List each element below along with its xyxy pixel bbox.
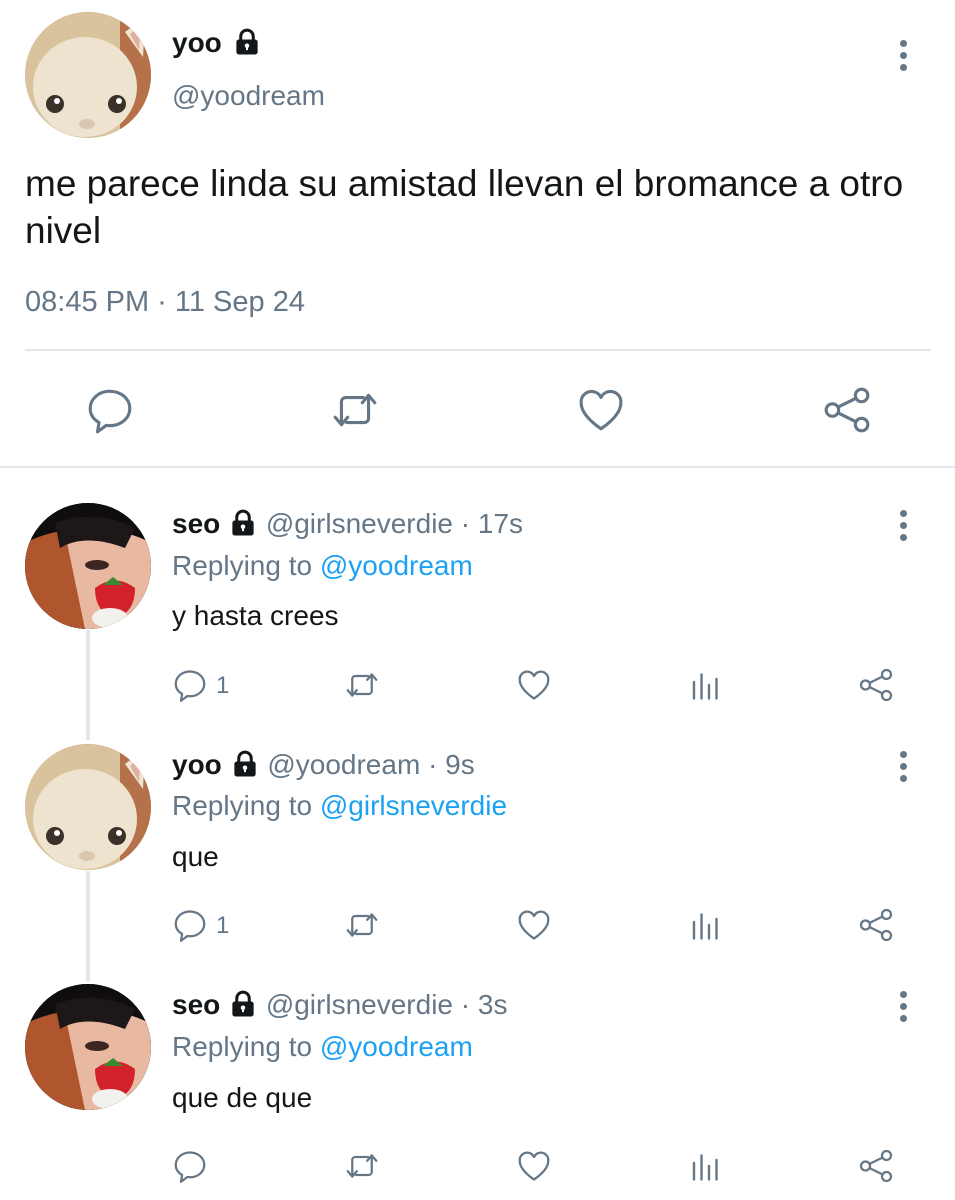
display-name-text: yoo bbox=[172, 27, 222, 58]
more-options-icon[interactable] bbox=[900, 991, 908, 1027]
replying-to-label: Replying to bbox=[172, 550, 313, 581]
replying-to: Replying to @girlsneverdie bbox=[172, 790, 507, 822]
display-name[interactable]: seo bbox=[172, 989, 220, 1020]
avatar[interactable] bbox=[25, 12, 151, 138]
tweet-text: me parece linda su amistad llevan el bro… bbox=[25, 163, 904, 251]
reply-count: 1 bbox=[216, 672, 230, 699]
replying-to: Replying to @yoodream bbox=[172, 550, 473, 582]
reply-time[interactable]: · 3s bbox=[461, 989, 508, 1020]
more-options-icon[interactable] bbox=[900, 510, 908, 546]
display-name[interactable]: yoo bbox=[172, 27, 262, 59]
thread-line bbox=[86, 630, 90, 740]
share-icon[interactable] bbox=[858, 1148, 894, 1184]
retweet-icon[interactable] bbox=[342, 667, 382, 703]
reply-time[interactable]: · 9s bbox=[428, 749, 475, 780]
more-options-icon[interactable] bbox=[900, 40, 908, 76]
reply-text: que de que bbox=[172, 1082, 313, 1113]
analytics-icon[interactable] bbox=[688, 667, 724, 703]
analytics-icon[interactable] bbox=[688, 1148, 724, 1184]
lock-icon bbox=[228, 508, 258, 538]
reply-icon[interactable] bbox=[85, 385, 135, 435]
retweet-icon[interactable] bbox=[327, 385, 383, 435]
reply-header: seo @girlsneverdie · 3s bbox=[172, 989, 507, 1021]
reply-text: y hasta crees bbox=[172, 600, 339, 631]
replying-to-label: Replying to bbox=[172, 790, 313, 821]
avatar[interactable] bbox=[25, 984, 151, 1110]
replying-to-label: Replying to bbox=[172, 1031, 313, 1062]
avatar-image bbox=[25, 744, 151, 870]
username[interactable]: @yoodream bbox=[267, 749, 420, 780]
username[interactable]: @girlsneverdie bbox=[266, 508, 453, 539]
reply-text: que bbox=[172, 841, 219, 872]
like-icon[interactable] bbox=[516, 1148, 552, 1184]
reply-header: yoo @yoodream · 9s bbox=[172, 749, 475, 781]
lock-icon bbox=[230, 749, 260, 779]
replying-to-link[interactable]: @girlsneverdie bbox=[320, 790, 507, 821]
tweet-timestamp[interactable]: 08:45 PM · 11 Sep 24 bbox=[25, 286, 305, 319]
reply-icon[interactable] bbox=[172, 667, 208, 703]
retweet-icon[interactable] bbox=[342, 1148, 382, 1184]
reply-header: seo @girlsneverdie · 17s bbox=[172, 508, 523, 540]
lock-icon bbox=[228, 989, 258, 1019]
divider bbox=[25, 349, 931, 351]
avatar-image bbox=[25, 503, 151, 629]
replying-to-link[interactable]: @yoodream bbox=[320, 550, 473, 581]
thread-line bbox=[86, 871, 90, 981]
avatar[interactable] bbox=[25, 744, 151, 870]
display-name[interactable]: yoo bbox=[172, 749, 222, 780]
divider bbox=[0, 466, 955, 468]
more-options-icon[interactable] bbox=[900, 751, 908, 787]
like-icon[interactable] bbox=[576, 385, 626, 435]
avatar-image bbox=[25, 12, 151, 138]
share-icon[interactable] bbox=[858, 907, 894, 943]
reply-icon[interactable] bbox=[172, 1148, 208, 1184]
avatar-image bbox=[25, 984, 151, 1110]
lock-icon bbox=[232, 27, 262, 57]
reply-time[interactable]: · 17s bbox=[461, 508, 523, 539]
reply-icon[interactable] bbox=[172, 907, 208, 943]
replying-to: Replying to @yoodream bbox=[172, 1031, 473, 1063]
share-icon[interactable] bbox=[822, 385, 872, 435]
username[interactable]: @girlsneverdie bbox=[266, 989, 453, 1020]
like-icon[interactable] bbox=[516, 667, 552, 703]
reply-count: 1 bbox=[216, 912, 230, 939]
display-name[interactable]: seo bbox=[172, 508, 220, 539]
replying-to-link[interactable]: @yoodream bbox=[320, 1031, 473, 1062]
avatar[interactable] bbox=[25, 503, 151, 629]
share-icon[interactable] bbox=[858, 667, 894, 703]
analytics-icon[interactable] bbox=[688, 907, 724, 943]
retweet-icon[interactable] bbox=[342, 907, 382, 943]
username[interactable]: @yoodream bbox=[172, 80, 325, 112]
like-icon[interactable] bbox=[516, 907, 552, 943]
